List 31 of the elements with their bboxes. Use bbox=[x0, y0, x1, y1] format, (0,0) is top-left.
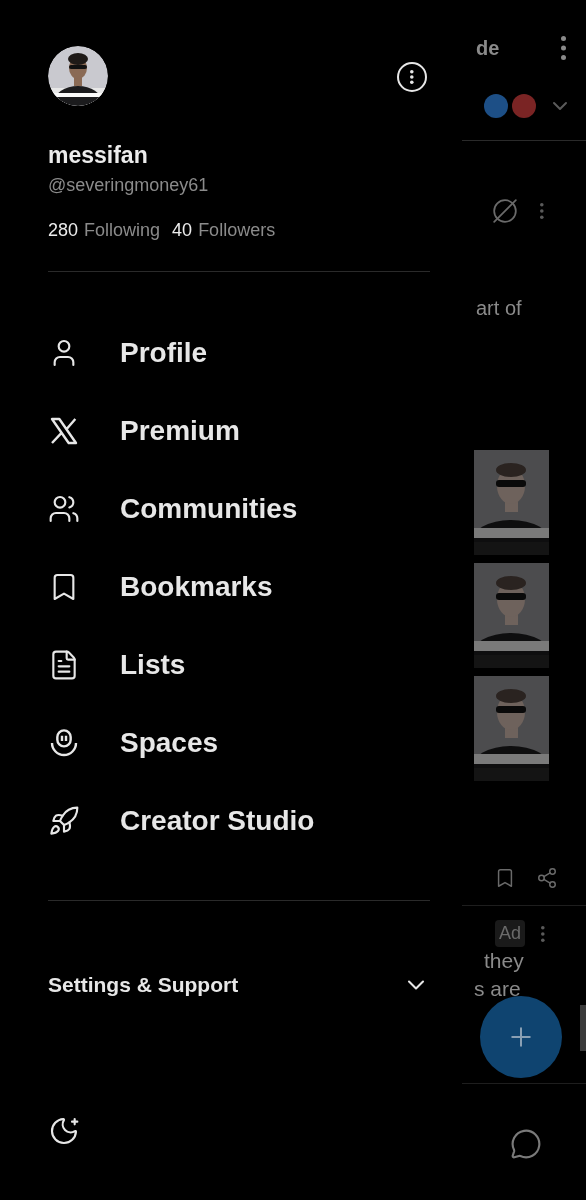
menu-item[interactable]: Bookmarks bbox=[48, 566, 430, 607]
scrollbar bbox=[580, 1005, 586, 1051]
display-name: messifan bbox=[48, 141, 149, 170]
followers-count: 40 bbox=[172, 218, 193, 242]
menu-item[interactable]: Profile bbox=[48, 332, 430, 373]
menu-item[interactable]: Premium bbox=[48, 410, 430, 451]
following-count: 280 bbox=[48, 218, 79, 242]
settings-label: Settings & Support bbox=[48, 971, 239, 998]
message-icon[interactable] bbox=[510, 1128, 542, 1160]
menu-item[interactable]: Creator Studio bbox=[48, 800, 430, 841]
header-text: de bbox=[476, 36, 500, 61]
settings-support-toggle[interactable]: Settings & Support bbox=[48, 968, 430, 1001]
microphone-icon bbox=[48, 726, 80, 759]
more-button[interactable] bbox=[397, 62, 427, 92]
followers-link[interactable]: Followers bbox=[198, 216, 276, 244]
more-icon[interactable] bbox=[541, 925, 545, 942]
share-icon[interactable] bbox=[536, 867, 558, 889]
more-icon bbox=[410, 70, 414, 84]
ad-text: s are bbox=[474, 976, 522, 1002]
ad-text: they bbox=[483, 948, 525, 974]
ad-label: Ad bbox=[495, 920, 526, 947]
following-link[interactable]: Following bbox=[84, 216, 161, 244]
more-icon[interactable] bbox=[540, 203, 544, 219]
rocket-icon bbox=[48, 804, 80, 837]
slashed-circle-icon[interactable] bbox=[492, 198, 518, 224]
more-icon[interactable] bbox=[561, 36, 566, 60]
user-handle: @severingmoney61 bbox=[48, 173, 210, 197]
menu-item[interactable]: Lists bbox=[48, 644, 430, 685]
menu-item[interactable]: Spaces bbox=[48, 722, 430, 763]
menu-item[interactable]: Communities bbox=[48, 488, 430, 529]
post-text: art of bbox=[476, 296, 523, 321]
